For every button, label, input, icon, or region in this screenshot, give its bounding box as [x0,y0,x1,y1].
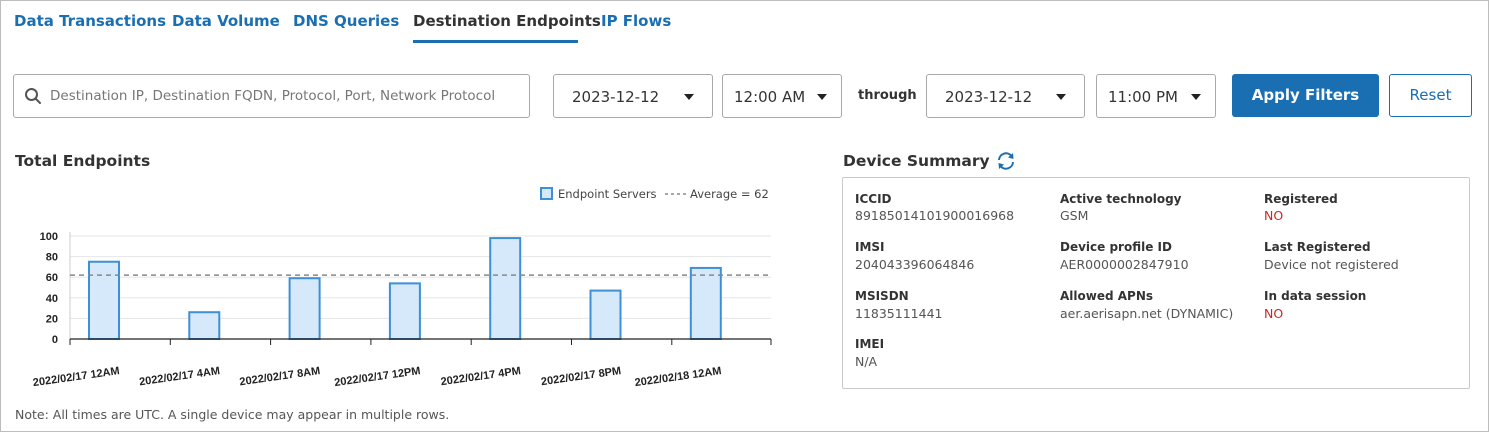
chart-bar [489,237,522,341]
msisdn-label: MSISDN [855,289,909,303]
x-tick-label: 2022/02/17 8AM [239,365,321,388]
tab-ip-flows[interactable]: IP Flows [601,12,671,30]
allowed-apns-value: aer.aerisapn.net (DYNAMIC) [1060,306,1234,321]
start-date-select[interactable]: 2023-12-12 [553,74,713,118]
y-tick-label: 0 [52,334,58,346]
end-date-value: 2023-12-12 [945,88,1033,106]
y-tick-label: 20 [46,313,58,325]
iccid-label: ICCID [855,192,892,206]
x-tick-label: 2022/02/17 4AM [138,365,220,388]
x-tick-label: 2022/02/17 8PM [540,365,622,388]
search-box [13,74,530,118]
imei-label: IMEI [855,337,885,351]
chart-title: Total Endpoints [15,152,151,170]
in-data-session-value: NO [1264,306,1284,321]
imei-value: N/A [855,354,878,369]
tab-data-transactions[interactable]: Data Transactions [14,12,166,30]
tab-data-volume[interactable]: Data Volume [172,12,280,30]
footer-note: Note: All times are UTC. A single device… [15,407,450,422]
end-time-value: 11:00 PM [1108,88,1178,106]
device-profile-id-label: Device profile ID [1060,240,1172,254]
chart-bar [188,311,221,341]
endpoints-chart: 0 20 40 60 80 100 2022/02/17 12AM 2022/02/17 4A… [32,187,772,389]
y-tick-label: 80 [46,252,58,264]
last-registered-value: Device not registered [1264,257,1399,272]
imsi-value: 204043396064846 [855,257,975,272]
end-time-select[interactable]: 11:00 PM [1096,74,1216,118]
active-technology-value: GSM [1060,208,1089,223]
imsi-label: IMSI [855,240,885,254]
iccid-value: 89185014101900016968 [855,208,1015,223]
chevron-down-icon [1191,94,1201,100]
legend-average-label: Average = 62 [690,187,769,201]
tab-destination-endpoints[interactable]: Destination Endpoints [413,12,601,30]
x-tick-label: 2022/02/18 12AM [634,365,722,389]
tab-dns-queries[interactable]: DNS Queries [293,12,399,30]
search-input[interactable] [50,75,520,117]
chevron-down-icon [1056,94,1066,100]
chevron-down-icon [817,94,827,100]
registered-label: Registered [1264,192,1338,206]
active-tab-indicator [413,40,578,43]
y-tick-label: 40 [46,293,58,305]
active-technology-label: Active technology [1060,192,1182,206]
chart-bar [689,266,722,340]
chart-bar [88,260,120,340]
device-summary-panel: ICCID 89185014101900016968 Active techno… [842,177,1470,389]
refresh-icon[interactable] [995,151,1017,171]
end-date-select[interactable]: 2023-12-12 [926,74,1085,118]
chart-bar [589,289,622,340]
chart-bar [388,282,421,340]
chart-bar [288,277,321,341]
device-summary-title: Device Summary [843,152,990,170]
through-label: through [858,88,917,103]
registered-value: NO [1264,208,1284,223]
legend-series-label: Endpoint Servers [558,187,657,201]
allowed-apns-label: Allowed APNs [1060,289,1154,303]
x-tick-label: 2022/02/17 12AM [32,365,120,389]
x-tick-label: 2022/02/17 12PM [334,365,422,389]
x-tick-label: 2022/02/17 4PM [440,365,522,388]
device-profile-id-value: AER0000002847910 [1060,257,1189,272]
search-icon [25,88,41,104]
y-tick-label: 100 [40,231,58,243]
start-time-value: 12:00 AM [734,88,806,106]
msisdn-value: 11835111441 [855,306,943,321]
reset-button[interactable]: Reset [1389,74,1472,117]
chevron-down-icon [684,94,694,100]
start-date-value: 2023-12-12 [572,88,660,106]
apply-filters-button[interactable]: Apply Filters [1232,74,1379,117]
last-registered-label: Last Registered [1264,240,1371,254]
start-time-select[interactable]: 12:00 AM [722,74,842,118]
y-tick-label: 60 [46,272,58,284]
legend-swatch [540,187,553,200]
in-data-session-label: In data session [1264,289,1367,303]
